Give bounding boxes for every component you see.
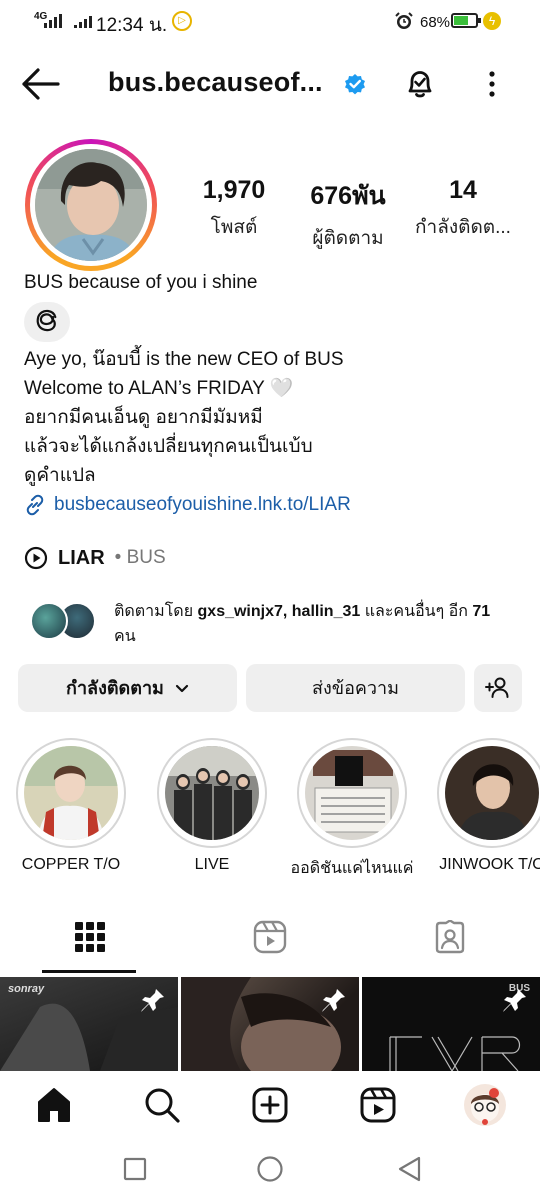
pin-icon xyxy=(503,989,526,1012)
grid-icon xyxy=(75,922,105,952)
followed-by-names: gxs_winjx7, hallin_31 xyxy=(197,603,361,620)
followed-by-suffix: และคนอื่นๆ อีก xyxy=(360,603,473,620)
active-tab-indicator xyxy=(42,970,136,973)
following-button[interactable]: กำลังติดตาม xyxy=(18,664,237,712)
profile-link[interactable]: busbecauseofyouishine.lnk.to/LIAR xyxy=(24,494,351,516)
posts-grid: sonray BUS xyxy=(0,977,540,1071)
create-post-icon[interactable] xyxy=(250,1085,290,1125)
posts-count: 1,970 xyxy=(202,176,266,204)
followed-by-count: 71 xyxy=(472,603,491,620)
followers-count: 676พัน xyxy=(310,182,386,210)
following-count: 14 xyxy=(449,176,477,204)
profile-header: bus.becauseof... xyxy=(0,52,540,116)
charging-icon: ϟ xyxy=(483,12,501,30)
pin-icon xyxy=(141,989,164,1012)
verified-badge-icon xyxy=(345,74,365,95)
recent-apps-icon[interactable] xyxy=(123,1157,147,1181)
highlight-item[interactable]: LIVE xyxy=(157,738,267,874)
message-button-label: ส่งข้อความ xyxy=(311,678,399,698)
followed-by[interactable]: ติดตามโดย gxs_winjx7, hallin_31 และคนอื่… xyxy=(30,597,520,647)
status-bar: 4G 12:34 น. ▷ 68% ϟ xyxy=(0,0,540,44)
see-translation-link[interactable]: ดูคำแปล xyxy=(24,461,344,490)
post-overlay-text: sonray xyxy=(8,983,45,995)
signal-icon xyxy=(44,12,62,28)
followed-by-unit: คน xyxy=(114,628,136,645)
bio-line: อยากมีคนเอ็นดู อยากมีมัมหมี xyxy=(24,407,263,428)
profile-nav-avatar[interactable] xyxy=(464,1084,506,1126)
bio-line: Welcome to ALAN’s FRIDAY 🤍 xyxy=(24,378,294,399)
post-thumbnail[interactable] xyxy=(181,977,359,1071)
alarm-icon xyxy=(395,12,413,29)
story-highlights: COPPER T/O LIVE ออดิชันแค่ไหนแค่ JINWOOK… xyxy=(0,738,540,883)
more-options-icon[interactable] xyxy=(480,68,504,100)
back-triangle-icon[interactable] xyxy=(396,1155,424,1183)
highlight-cover xyxy=(305,746,399,840)
play-circle-icon xyxy=(24,546,48,570)
reels-nav-icon[interactable] xyxy=(358,1085,398,1125)
back-arrow-icon[interactable] xyxy=(20,66,62,102)
system-navigation-bar xyxy=(0,1139,540,1200)
highlight-label: COPPER T/O xyxy=(21,856,121,873)
highlight-item[interactable]: JINWOOK T/O xyxy=(437,738,540,874)
tagged-icon xyxy=(435,920,465,954)
battery-percent: 68% xyxy=(420,14,451,31)
highlight-cover xyxy=(24,746,118,840)
follower-avatar xyxy=(30,602,68,640)
tab-posts[interactable] xyxy=(0,912,180,974)
stat-posts[interactable]: 1,970 โพสต์ xyxy=(192,176,276,242)
search-icon[interactable] xyxy=(142,1085,182,1125)
home-icon[interactable] xyxy=(34,1085,74,1125)
display-name: BUS because of you i shine xyxy=(24,272,258,293)
home-circle-icon[interactable] xyxy=(256,1155,284,1183)
battery-icon xyxy=(451,13,481,28)
following-label: กำลังติดต... xyxy=(415,217,511,238)
battery-fill xyxy=(454,16,468,25)
link-icon xyxy=(26,494,44,516)
clock: 12:34 น. xyxy=(96,15,168,36)
threads-badge[interactable] xyxy=(24,302,70,342)
bio-text: Aye yo, น๊อบบี้ is the new CEO of BUS We… xyxy=(24,345,344,490)
add-user-icon xyxy=(485,677,509,698)
music-track[interactable]: LIAR • BUS xyxy=(24,546,166,570)
avatar-photo xyxy=(35,149,147,261)
threads-icon xyxy=(36,309,57,332)
suggest-users-button[interactable] xyxy=(474,664,522,712)
content-tabs xyxy=(0,912,540,974)
followed-by-text: ติดตามโดย gxs_winjx7, hallin_31 และคนอื่… xyxy=(114,599,534,649)
profile-avatar[interactable] xyxy=(25,139,157,271)
highlight-label: JINWOOK T/O xyxy=(439,856,540,873)
message-button[interactable]: ส่งข้อความ xyxy=(246,664,465,712)
bottom-navigation xyxy=(0,1071,540,1139)
bio-line: Aye yo, น๊อบบี้ is the new CEO of BUS xyxy=(24,349,344,370)
tab-tagged[interactable] xyxy=(360,912,540,974)
followed-by-prefix: ติดตามโดย xyxy=(114,603,198,620)
signal-icon-2 xyxy=(74,12,92,28)
highlight-item[interactable]: ออดิชันแค่ไหนแค่ xyxy=(291,738,413,881)
pin-icon xyxy=(322,989,345,1012)
posts-label: โพสต์ xyxy=(210,217,258,238)
highlight-label: LIVE xyxy=(194,856,230,873)
app-notification-icon: ▷ xyxy=(172,11,192,31)
music-title: LIAR xyxy=(58,546,105,569)
highlight-cover xyxy=(445,746,539,840)
followers-label: ผู้ติดตาม xyxy=(312,228,384,249)
music-artist: • BUS xyxy=(114,547,166,568)
post-thumbnail[interactable]: sonray xyxy=(0,977,178,1071)
stat-followers[interactable]: 676พัน ผู้ติดตาม xyxy=(300,176,396,253)
post-thumbnail[interactable]: BUS xyxy=(362,977,540,1071)
stat-following[interactable]: 14 กำลังติดต... xyxy=(408,176,518,242)
highlight-label: ออดิชันแค่ไหนแค่ xyxy=(290,860,414,877)
notification-bell-icon[interactable] xyxy=(402,66,438,102)
following-button-label: กำลังติดตาม xyxy=(66,678,164,698)
profile-link-text: busbecauseofyouishine.lnk.to/LIAR xyxy=(54,494,351,515)
highlight-item[interactable]: COPPER T/O xyxy=(16,738,126,874)
tab-reels[interactable] xyxy=(180,912,360,974)
bio-line: แล้วจะได้แกล้งเปลี่ยนทุกคนเป็นเบ้บ xyxy=(24,436,313,457)
username-title: bus.becauseof... xyxy=(108,67,323,97)
chevron-down-icon xyxy=(175,685,189,693)
highlight-cover xyxy=(165,746,259,840)
reels-icon xyxy=(253,920,287,954)
